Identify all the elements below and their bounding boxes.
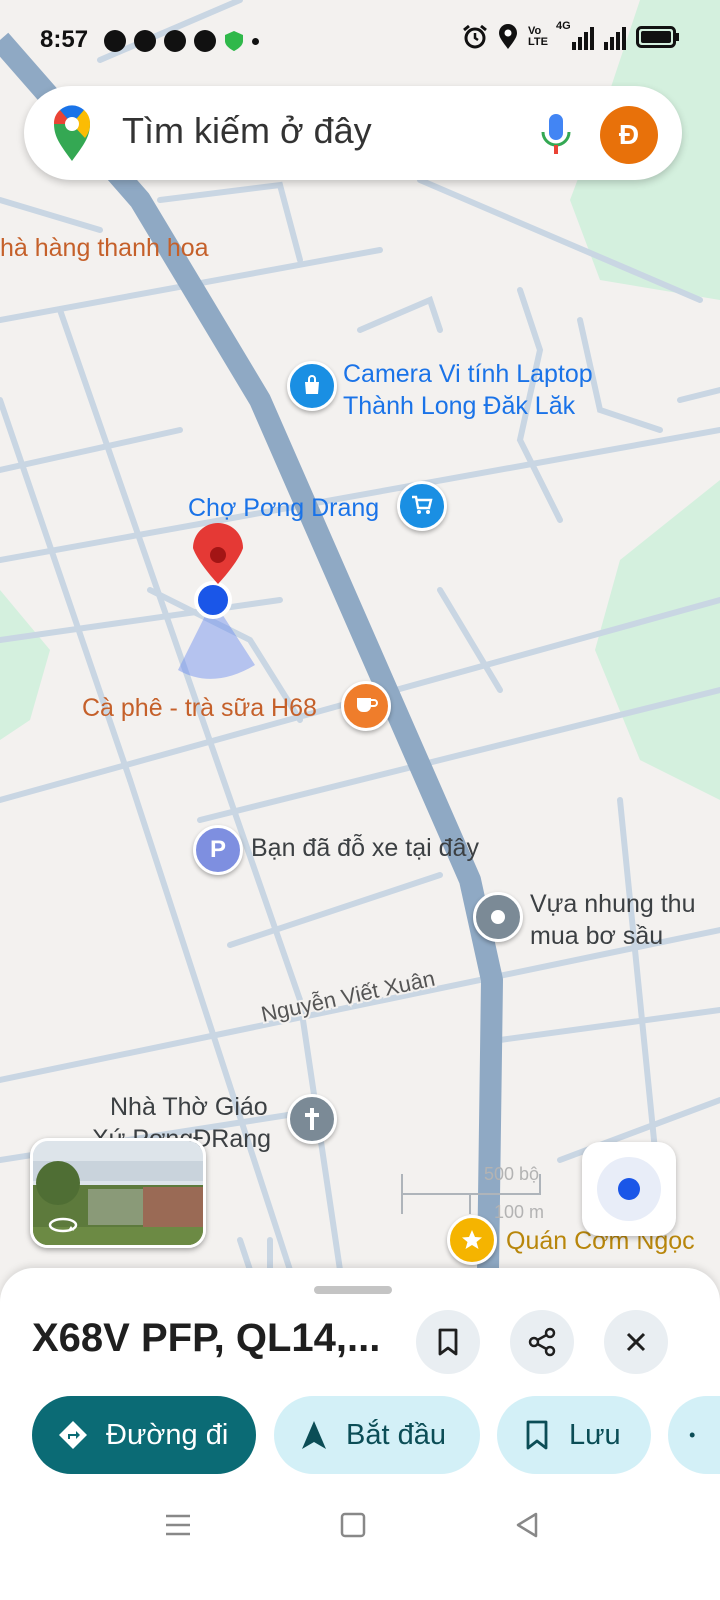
bookmark-icon: [526, 1420, 548, 1450]
place-label-cho-pong-drang[interactable]: Chợ Pơng Drang: [188, 492, 379, 524]
recent-apps-icon[interactable]: [163, 1510, 193, 1540]
church-cross-icon[interactable]: [287, 1094, 337, 1144]
status-time: 8:57: [40, 26, 89, 53]
star-icon[interactable]: [447, 1215, 497, 1265]
account-avatar[interactable]: Đ: [600, 106, 658, 164]
system-icons: Vo LTE 4G: [462, 20, 680, 50]
data-type-label: 4G: [556, 20, 571, 32]
save-bookmark-button[interactable]: [416, 1310, 480, 1374]
location-icon: [499, 24, 518, 49]
system-navigation-bar: [0, 1490, 720, 1600]
shopping-bag-icon[interactable]: [287, 361, 337, 411]
messenger-icon: [134, 30, 156, 52]
volte-badge: Vo LTE: [528, 25, 548, 48]
parked-here-label[interactable]: Bạn đã đỗ xe tại đây: [251, 832, 479, 864]
navigation-arrow-icon: [302, 1421, 326, 1449]
cart-icon[interactable]: [397, 481, 447, 531]
messenger-icon: [194, 30, 216, 52]
rotate-360-icon: [48, 1217, 78, 1233]
share-button[interactable]: [510, 1310, 574, 1374]
alarm-icon: [463, 24, 487, 49]
home-icon[interactable]: [338, 1510, 368, 1540]
directions-label: Đường đi: [106, 1418, 229, 1451]
close-icon: [626, 1332, 646, 1352]
generic-place-icon[interactable]: [473, 892, 523, 942]
place-title: X68V PFP, QL14,...: [32, 1316, 381, 1360]
search-input[interactable]: Tìm kiếm ở đây: [122, 110, 372, 152]
bookmark-icon: [438, 1328, 458, 1356]
messenger-icon: [104, 30, 126, 52]
more-actions-button[interactable]: [668, 1396, 720, 1474]
status-bar: 8:57 Vo LTE 4G: [0, 0, 720, 80]
start-label: Bắt đầu: [346, 1418, 446, 1451]
scale-label-feet: 500 bộ: [484, 1164, 540, 1184]
save-label: Lưu: [569, 1418, 621, 1451]
signal-icon: 4G: [556, 20, 594, 50]
share-icon: [689, 1432, 695, 1438]
directions-icon: [59, 1421, 87, 1449]
drag-handle[interactable]: [314, 1286, 392, 1294]
signal-icon: [604, 24, 626, 50]
place-label-ca-phe[interactable]: Cà phê - trà sữa H68: [82, 692, 317, 724]
search-bar[interactable]: Tìm kiếm ở đây Đ: [24, 86, 682, 180]
microphone-icon[interactable]: [538, 112, 574, 156]
messenger-icon: [164, 30, 186, 52]
notification-icons: [104, 30, 259, 52]
google-maps-logo-icon: [53, 105, 91, 161]
my-location-button[interactable]: [582, 1142, 676, 1236]
start-button[interactable]: Bắt đầu: [274, 1396, 480, 1474]
directions-button[interactable]: Đường đi: [32, 1396, 256, 1474]
dot-icon: [252, 37, 259, 45]
current-location-dot: [194, 581, 232, 619]
shield-icon: [225, 31, 243, 51]
back-icon[interactable]: [512, 1510, 542, 1540]
place-label-camera-vi-tinh[interactable]: Camera Vi tính Laptop Thành Long Đăk Lăk: [343, 358, 593, 422]
coffee-icon[interactable]: [341, 681, 391, 731]
scale-label-meters: 100 m: [494, 1202, 545, 1222]
place-label-nha-hang[interactable]: hà hàng thanh hoa: [0, 232, 209, 264]
parking-icon[interactable]: P: [193, 825, 243, 875]
battery-icon: [636, 26, 679, 48]
place-label-vua-nhung[interactable]: Vựa nhung thu mua bơ sầu: [530, 888, 695, 952]
my-location-icon: [597, 1157, 661, 1221]
close-button[interactable]: [604, 1310, 668, 1374]
street-view-thumbnail[interactable]: [30, 1138, 206, 1248]
share-icon: [528, 1327, 556, 1357]
save-button[interactable]: Lưu: [497, 1396, 651, 1474]
